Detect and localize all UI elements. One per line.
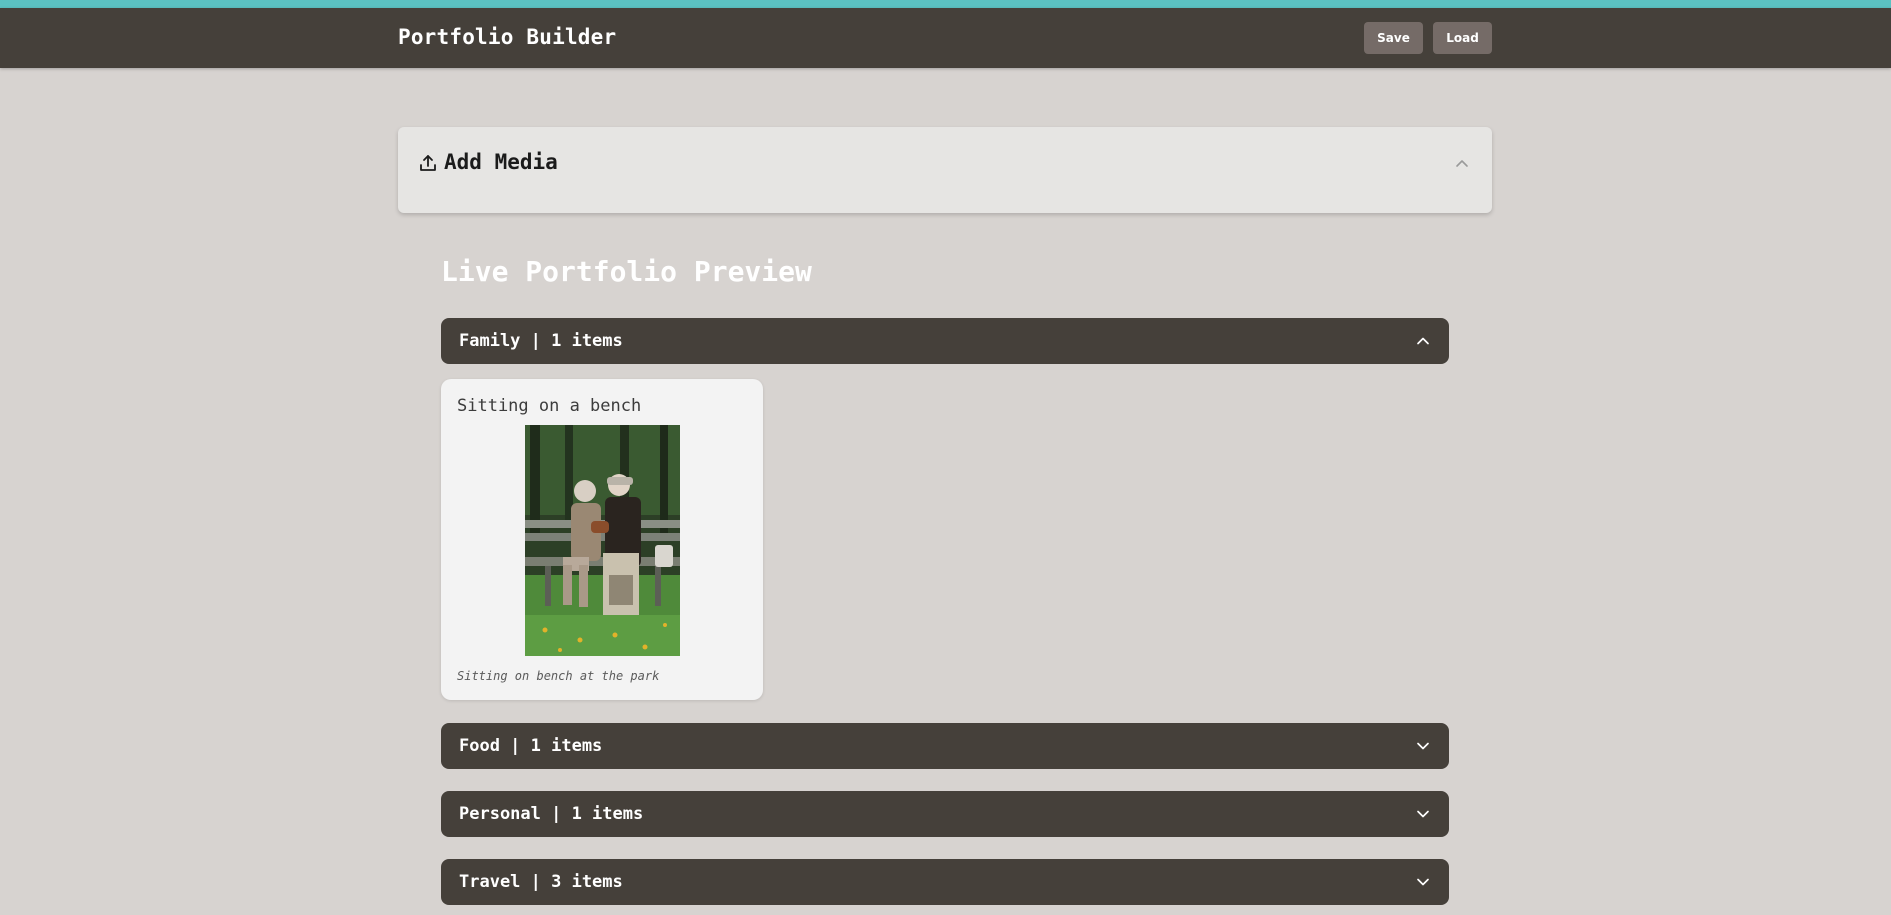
category-label: Family | 1 items bbox=[459, 331, 623, 351]
app-header: Portfolio Builder Save Load bbox=[0, 8, 1891, 68]
chevron-down-icon bbox=[1417, 742, 1429, 750]
chevron-down-icon bbox=[1417, 810, 1429, 818]
chevron-up-icon bbox=[1417, 337, 1429, 345]
app-title: Portfolio Builder bbox=[398, 25, 617, 49]
category-label: Food | 1 items bbox=[459, 736, 603, 756]
chevron-up-icon[interactable] bbox=[1454, 155, 1470, 171]
save-button[interactable]: Save bbox=[1364, 22, 1423, 54]
category-travel[interactable]: Travel | 3 items bbox=[441, 859, 1449, 905]
preview-title: Live Portfolio Preview bbox=[441, 255, 812, 288]
media-card-image bbox=[525, 425, 680, 656]
category-personal[interactable]: Personal | 1 items bbox=[441, 791, 1449, 837]
upload-icon bbox=[420, 155, 436, 171]
add-media-panel[interactable]: Add Media bbox=[398, 127, 1492, 213]
media-card[interactable]: Sitting on a bench Sitting on bench at t… bbox=[441, 379, 763, 700]
chevron-down-icon bbox=[1417, 878, 1429, 886]
add-media-label: Add Media bbox=[444, 150, 558, 174]
load-button[interactable]: Load bbox=[1433, 22, 1492, 54]
media-card-title: Sitting on a bench bbox=[457, 396, 642, 416]
media-card-caption: Sitting on bench at the park bbox=[457, 669, 660, 683]
category-label: Travel | 3 items bbox=[459, 872, 623, 892]
category-label: Personal | 1 items bbox=[459, 804, 644, 824]
category-family[interactable]: Family | 1 items bbox=[441, 318, 1449, 364]
accent-stripe bbox=[0, 0, 1891, 8]
category-food[interactable]: Food | 1 items bbox=[441, 723, 1449, 769]
